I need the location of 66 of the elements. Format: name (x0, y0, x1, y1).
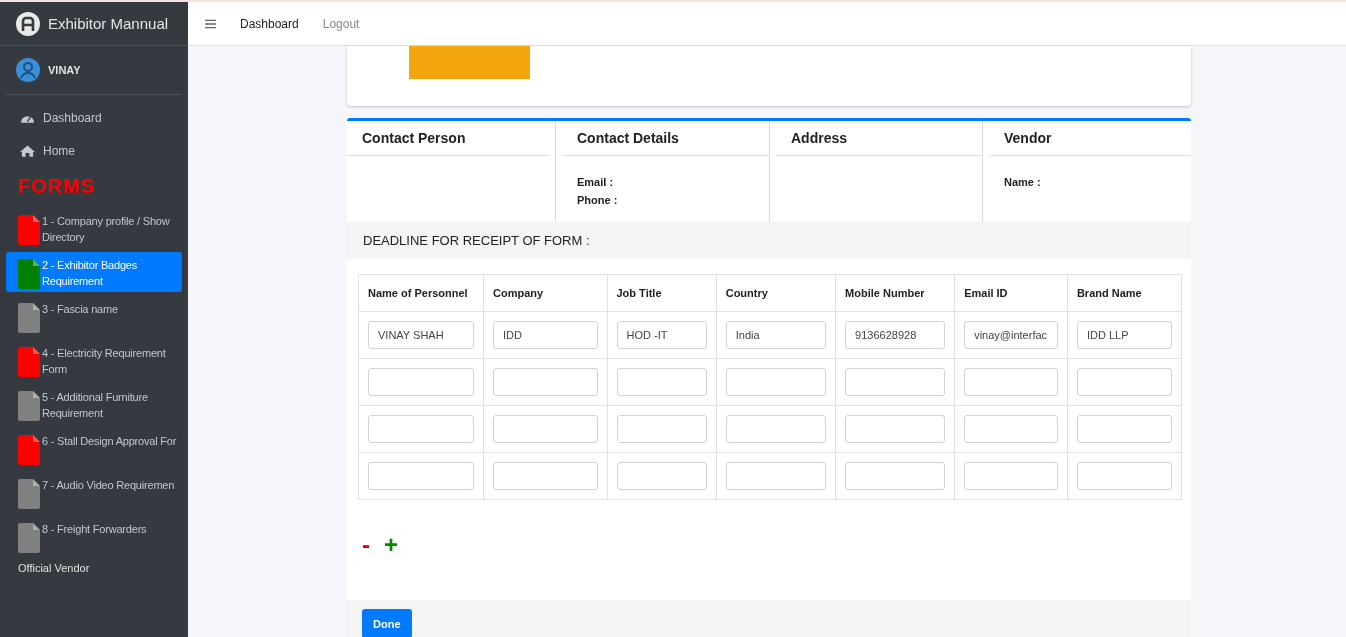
column-header: Company (483, 274, 607, 312)
input-field[interactable] (964, 462, 1058, 490)
deadline-text: DEADLINE FOR RECEIPT OF FORM : (363, 233, 590, 248)
done-button[interactable]: Done (362, 609, 412, 637)
field-label: Phone : (577, 193, 619, 208)
input-field[interactable] (725, 462, 827, 490)
brand-title[interactable]: Exhibitor Mannual (48, 15, 169, 32)
form-link[interactable]: 6 - Stall Design Approval For (6, 428, 182, 468)
top-nav-link[interactable]: Logout (322, 16, 360, 31)
column-header: Country (716, 274, 836, 312)
input-field[interactable] (493, 368, 598, 396)
input-field[interactable]: HOD -IT (616, 321, 707, 349)
form-link[interactable]: 8 - Freight Forwarders (6, 516, 182, 556)
input-field[interactable] (964, 368, 1058, 396)
input-field[interactable] (964, 415, 1058, 443)
user-name[interactable]: VINAY (48, 64, 81, 76)
input-field[interactable] (725, 368, 827, 396)
remove-row-button[interactable]: - (362, 533, 370, 557)
user-avatar-icon (16, 58, 40, 82)
column-header: Job Title (607, 274, 717, 312)
input-field[interactable] (1076, 462, 1172, 490)
input-field[interactable] (493, 462, 598, 490)
field-label: Name : (1004, 175, 1042, 190)
input-field[interactable]: India (725, 321, 827, 349)
input-field[interactable] (616, 415, 707, 443)
input-field[interactable] (725, 415, 827, 443)
forms-heading: FORMS (17, 174, 97, 199)
input-field[interactable] (493, 415, 598, 443)
input-field[interactable]: 9136628928 (845, 321, 946, 349)
column-heading: Contact Details (562, 121, 769, 156)
home-icon (20, 144, 35, 157)
form-link[interactable]: 3 - Fascia name (6, 296, 182, 336)
add-row-button[interactable]: + (384, 533, 398, 557)
form-link[interactable]: 2 - Exhibitor Badges Requirement (6, 252, 182, 292)
form-link[interactable]: 4 - Electricity Requirement Form (6, 340, 182, 380)
input-field[interactable]: vinay@interfac (964, 321, 1058, 349)
column-header: Name of Personnel (358, 274, 484, 312)
top-nav-link[interactable]: Dashboard (240, 16, 299, 31)
field-label: Email : (577, 175, 615, 190)
form-link[interactable]: 5 - Additional Furniture Requirement (6, 384, 182, 424)
input-field[interactable] (368, 368, 475, 396)
sidebar-footer-text[interactable]: Official Vendor (6, 560, 182, 576)
input-field[interactable]: VINAY SHAH (368, 321, 475, 349)
input-field[interactable] (845, 462, 946, 490)
column-heading: Vendor (989, 121, 1191, 156)
logo-icon (16, 11, 40, 36)
column-heading: Address (776, 121, 982, 156)
input-field[interactable] (845, 368, 946, 396)
column-header: Mobile Number (835, 274, 955, 312)
nav-link[interactable]: Dashboard (6, 101, 182, 134)
input-field[interactable] (368, 462, 475, 490)
nav-link[interactable]: Home (6, 134, 182, 167)
column-header: Email ID (954, 274, 1068, 312)
column-heading: Contact Person (347, 121, 549, 156)
input-field[interactable] (1076, 368, 1172, 396)
column-header: Brand Name (1067, 274, 1182, 312)
input-field[interactable] (368, 415, 475, 443)
form-link[interactable]: 1 - Company profile / Show Directory (6, 208, 182, 248)
menu-icon[interactable] (205, 18, 216, 29)
input-field[interactable] (845, 415, 946, 443)
input-field[interactable] (616, 368, 707, 396)
input-field[interactable] (616, 462, 707, 490)
input-field[interactable] (1076, 415, 1172, 443)
input-field[interactable]: IDD LLP (1076, 321, 1172, 349)
input-field[interactable]: IDD (493, 321, 598, 349)
form-link[interactable]: 7 - Audio Video Requiremen (6, 472, 182, 512)
